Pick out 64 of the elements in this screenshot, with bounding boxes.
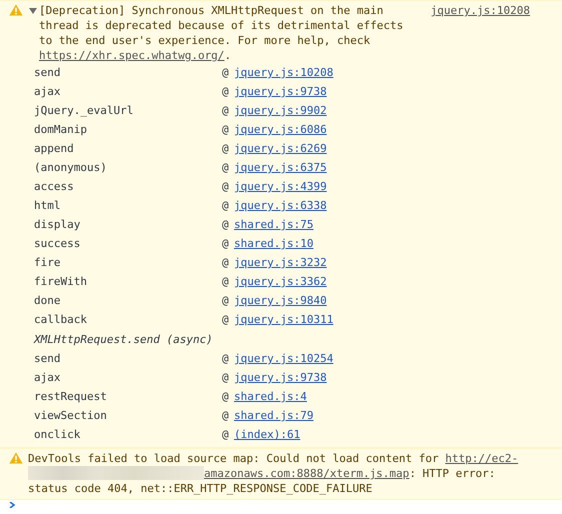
source-link[interactable]: jquery.js:9738 bbox=[234, 85, 327, 98]
function-name: viewSection bbox=[34, 409, 108, 422]
at-sign: @ bbox=[222, 275, 230, 288]
at-sign: @ bbox=[222, 199, 230, 212]
function-name: (anonymous) bbox=[34, 161, 108, 174]
source-link[interactable]: (index):61 bbox=[234, 428, 300, 441]
function-name: display bbox=[34, 218, 82, 231]
url-link[interactable]: amazonaws.com:8888/xterm.js.map bbox=[204, 467, 410, 480]
function-name: restRequest bbox=[34, 390, 108, 403]
at-sign: @ bbox=[222, 294, 230, 307]
source-link[interactable]: jquery.js:9738 bbox=[234, 371, 327, 384]
at-sign: @ bbox=[222, 371, 230, 384]
source-link[interactable]: jquery.js:6269 bbox=[234, 142, 327, 155]
at-sign: @ bbox=[222, 123, 230, 136]
warning-text: DevTools failed to load source map: Could not load content for http://ec2- amazonaws.com:8888/xterm.js.map: HTTP error: status code 404, net::ERR_HTTP_RESPONSE_CODE_FAILURE bbox=[28, 451, 520, 496]
at-sign: @ bbox=[222, 313, 230, 326]
function-name: callback bbox=[34, 313, 88, 326]
source-link[interactable]: shared.js:79 bbox=[234, 409, 314, 422]
source-link[interactable]: jquery.js:4399 bbox=[234, 180, 327, 193]
async-label: XMLHttpRequest.send (async) bbox=[34, 332, 213, 346]
at-sign: @ bbox=[222, 256, 230, 269]
function-name: html bbox=[34, 199, 62, 212]
source-link[interactable]: jquery.js:6375 bbox=[234, 161, 327, 174]
at-sign: @ bbox=[222, 180, 230, 193]
source-link[interactable]: jquery.js:10254 bbox=[234, 352, 334, 365]
function-name: ajax bbox=[34, 85, 62, 98]
source-link[interactable]: shared.js:75 bbox=[234, 218, 314, 231]
function-name: jQuery._evalUrl bbox=[34, 104, 134, 117]
function-name: access bbox=[34, 180, 75, 193]
at-sign: @ bbox=[222, 428, 230, 441]
function-name: success bbox=[34, 237, 82, 250]
at-sign: @ bbox=[222, 237, 230, 250]
function-name: ajax bbox=[34, 371, 62, 384]
at-sign: @ bbox=[222, 104, 230, 117]
at-sign: @ bbox=[222, 409, 230, 422]
source-link[interactable]: shared.js:4 bbox=[234, 390, 307, 403]
function-name: send bbox=[34, 352, 62, 365]
function-name: append bbox=[34, 142, 75, 155]
source-link[interactable]: jquery.js:10311 bbox=[234, 313, 334, 326]
at-sign: @ bbox=[222, 390, 230, 403]
function-name: fire bbox=[34, 256, 62, 269]
function-name: done bbox=[34, 294, 62, 307]
function-name: send bbox=[34, 66, 62, 79]
url-link[interactable]: http://ec2- bbox=[445, 452, 518, 465]
function-name: onclick bbox=[34, 428, 82, 441]
warning-text: [Deprecation] Synchronous XMLHttpRequest on the main thread is deprecated because of its detrimental effects to the end user's experience. For more help, check https://xhr.spec.whatwg.org/. bbox=[39, 3, 404, 63]
source-link[interactable]: jquery.js:6086 bbox=[234, 123, 327, 136]
source-link[interactable]: jquery.js:3362 bbox=[234, 275, 327, 288]
source-link[interactable]: jquery.js:9902 bbox=[234, 104, 327, 117]
source-link[interactable]: jquery.js:9840 bbox=[234, 294, 327, 307]
source-link[interactable]: jquery.js:6338 bbox=[234, 199, 327, 212]
url-link[interactable]: https://xhr.spec.whatwg.org/ bbox=[39, 49, 224, 62]
at-sign: @ bbox=[222, 85, 230, 98]
at-sign: @ bbox=[222, 66, 230, 79]
source-link[interactable]: shared.js:10 bbox=[234, 237, 314, 250]
source-link[interactable]: jquery.js:10208 bbox=[430, 3, 530, 18]
source-link[interactable]: jquery.js:3232 bbox=[234, 256, 327, 269]
at-sign: @ bbox=[222, 218, 230, 231]
at-sign: @ bbox=[222, 161, 230, 174]
function-name: fireWith bbox=[34, 275, 88, 288]
function-name: domManip bbox=[34, 123, 88, 136]
source-link[interactable]: jquery.js:10208 bbox=[234, 66, 334, 79]
at-sign: @ bbox=[222, 352, 230, 365]
at-sign: @ bbox=[222, 142, 230, 155]
